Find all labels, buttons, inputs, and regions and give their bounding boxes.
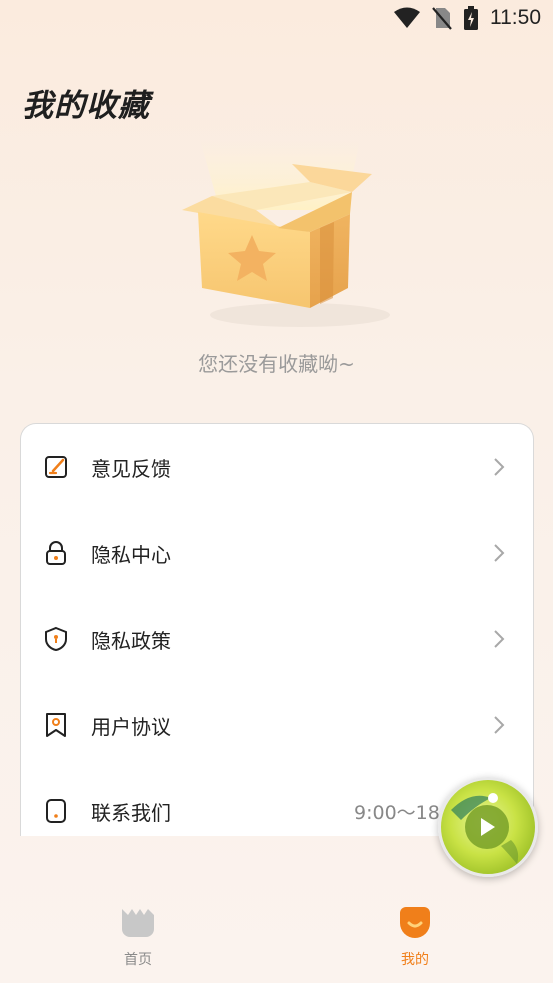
page-title: 我的收藏	[22, 88, 150, 124]
status-time: 11:50	[490, 6, 541, 29]
play-icon	[465, 805, 509, 849]
menu-label-privacy-policy: 隐私政策	[91, 628, 171, 653]
empty-box-illustration	[182, 140, 390, 327]
tab-label-home: 首页	[124, 952, 152, 968]
chevron-right-icon	[494, 544, 505, 562]
phone-icon	[46, 799, 66, 823]
menu-label-contact-us: 联系我们	[91, 800, 171, 825]
menu-label-user-agreement: 用户协议	[91, 714, 171, 739]
no-sim-icon	[432, 7, 452, 30]
home-icon	[122, 909, 154, 937]
menu-item-user-agreement[interactable]: 用户协议	[21, 682, 533, 768]
menu-item-privacy-policy[interactable]: 隐私政策	[21, 596, 533, 682]
empty-state-text: 您还没有收藏呦~	[198, 352, 355, 376]
lock-icon	[46, 541, 66, 565]
chevron-right-icon	[494, 716, 505, 734]
feedback-icon	[45, 456, 67, 478]
battery-charging-icon	[464, 6, 478, 30]
settings-menu-card: 意见反馈 隐私中心 隐私政策 用户协议 联系我们 9:00～18:00	[20, 423, 534, 836]
tab-label-mine: 我的	[401, 952, 429, 968]
status-bar: 11:50	[0, 0, 553, 40]
chevron-right-icon	[494, 630, 505, 648]
bookmark-icon	[46, 713, 66, 737]
menu-item-privacy-center[interactable]: 隐私中心	[21, 510, 533, 596]
tab-home[interactable]: 首页	[98, 905, 178, 969]
menu-label-privacy-center: 隐私中心	[91, 542, 171, 567]
mine-icon	[400, 907, 430, 938]
floating-player-button[interactable]	[438, 777, 538, 877]
shield-icon	[45, 626, 67, 652]
tab-mine[interactable]: 我的	[375, 905, 455, 969]
menu-label-feedback: 意见反馈	[91, 456, 171, 481]
wifi-icon	[394, 7, 420, 28]
chevron-right-icon	[494, 458, 505, 476]
menu-item-feedback[interactable]: 意见反馈	[21, 424, 533, 510]
